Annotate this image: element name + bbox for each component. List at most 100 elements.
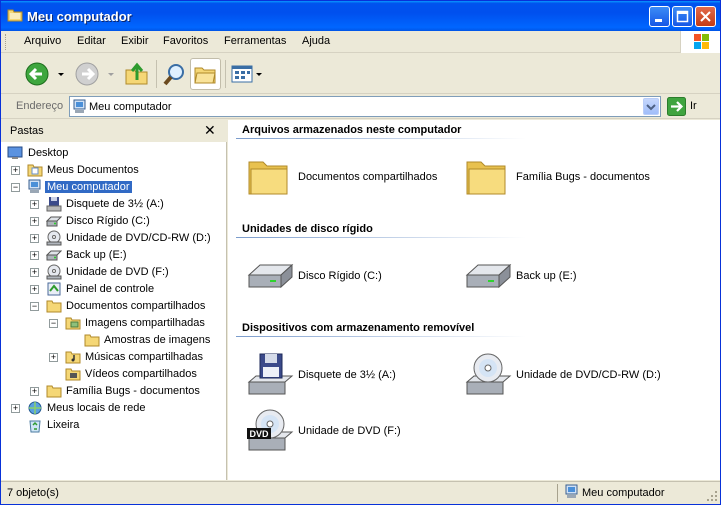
chevron-down-icon — [646, 104, 656, 111]
close-icon — [700, 11, 711, 22]
minimize-icon — [655, 19, 662, 22]
item-documentos-compartilhados[interactable]: Documentos compartilhados — [246, 154, 456, 204]
dvd-drive-icon: DVD — [247, 409, 294, 451]
expand-icon[interactable]: + — [30, 268, 39, 277]
close-pane-icon[interactable]: ✕ — [204, 122, 216, 139]
menu-ferramentas[interactable]: Ferramentas — [224, 35, 286, 47]
tree-item-label: Lixeira — [47, 419, 80, 431]
dvd-drive-icon — [46, 264, 62, 280]
expand-icon[interactable]: + — [11, 404, 20, 413]
item-label: Disco Rígido (C:) — [298, 270, 382, 282]
status-location: Meu computador — [582, 487, 665, 499]
forward-button[interactable] — [73, 58, 119, 90]
minimize-button[interactable] — [649, 6, 670, 27]
address-bar: Endereço Meu computador Ir — [1, 95, 720, 119]
hard-drive-icon — [465, 263, 512, 289]
expand-icon[interactable]: + — [49, 353, 58, 362]
folder-icon — [46, 385, 62, 398]
item-dvd-cdrw-d[interactable]: Unidade de DVD/CD-RW (D:) — [464, 352, 674, 402]
expand-icon[interactable]: + — [30, 251, 39, 260]
dvd-badge: DVD — [249, 429, 269, 439]
folders-button[interactable] — [190, 58, 221, 90]
expand-icon[interactable]: + — [11, 166, 20, 175]
views-button[interactable] — [229, 58, 265, 90]
maximize-button[interactable] — [672, 6, 693, 27]
item-label: Unidade de DVD/CD-RW (D:) — [516, 369, 661, 381]
item-backup-e[interactable]: Back up (E:) — [464, 253, 674, 303]
group-divider — [236, 237, 526, 238]
item-familia-bugs[interactable]: Família Bugs - documentos — [464, 154, 674, 204]
expand-icon[interactable]: + — [30, 387, 39, 396]
expand-icon[interactable]: + — [30, 200, 39, 209]
floppy-icon — [247, 353, 294, 395]
tree-item-label: Painel de controle — [66, 283, 155, 295]
group-title-arquivos: Arquivos armazenados neste computador — [242, 124, 462, 136]
cd-drive-icon — [46, 230, 62, 246]
menu-bar: Arquivo Editar Exibir Favoritos Ferramen… — [1, 31, 720, 53]
search-icon — [163, 64, 184, 86]
folders-pane-title: Pastas — [10, 125, 44, 137]
address-dropdown-button[interactable] — [643, 98, 659, 115]
address-value: Meu computador — [89, 101, 172, 113]
up-folder-button[interactable] — [123, 58, 151, 90]
windows-logo — [680, 31, 720, 53]
item-dvd-f[interactable]: DVD Unidade de DVD (F:) — [246, 408, 456, 458]
item-label: Disquete de 3½ (A:) — [298, 369, 396, 381]
collapse-icon[interactable]: − — [30, 302, 39, 311]
tree-item-label: Disquete de 3½ (A:) — [66, 198, 164, 210]
window-title: Meu computador — [27, 9, 132, 24]
network-icon — [28, 401, 42, 415]
music-folder-icon — [65, 351, 81, 364]
hard-drive-icon — [46, 250, 62, 261]
menu-favoritos[interactable]: Favoritos — [163, 35, 208, 47]
collapse-icon[interactable]: − — [49, 319, 58, 328]
tree-item-label: Desktop — [28, 147, 69, 159]
item-label: Documentos compartilhados — [298, 171, 438, 183]
item-disco-c[interactable]: Disco Rígido (C:) — [246, 253, 456, 303]
expand-icon[interactable]: + — [30, 234, 39, 243]
back-button[interactable] — [23, 58, 69, 90]
group-divider — [236, 138, 526, 139]
search-button[interactable] — [161, 58, 189, 90]
address-label: Endereço — [16, 100, 64, 112]
hard-drive-icon — [46, 216, 62, 227]
address-input[interactable]: Meu computador — [69, 96, 661, 117]
menu-grip[interactable] — [5, 34, 8, 50]
close-button[interactable] — [695, 6, 716, 27]
back-arrow-icon — [25, 62, 64, 86]
expand-icon[interactable]: + — [30, 285, 39, 294]
resize-grip-icon[interactable] — [706, 490, 718, 502]
tree-item-label: Imagens compartilhadas — [85, 317, 205, 329]
group-title-removivel: Dispositivos com armazenamento removível — [242, 322, 475, 334]
status-separator — [557, 484, 558, 502]
folders-icon — [194, 67, 216, 84]
folders-pane: Pastas ✕ Desktop + Meus Documentos − Meu… — [1, 120, 227, 480]
go-button[interactable]: Ir — [690, 100, 697, 112]
tree-item-label: Documentos compartilhados — [66, 300, 206, 312]
item-disquete[interactable]: Disquete de 3½ (A:) — [246, 352, 456, 402]
windows-flag-icon — [694, 34, 709, 49]
status-bar: 7 objeto(s) Meu computador — [1, 481, 720, 504]
status-object-count: 7 objeto(s) — [7, 487, 59, 499]
item-label: Back up (E:) — [516, 270, 577, 282]
hard-drive-icon — [247, 263, 294, 289]
computer-icon — [73, 99, 86, 113]
menu-arquivo[interactable]: Arquivo — [24, 35, 61, 47]
menu-exibir[interactable]: Exibir — [121, 35, 149, 47]
tree-item-label: Unidade de DVD/CD-RW (D:) — [66, 232, 211, 244]
collapse-icon[interactable]: − — [11, 183, 20, 192]
folder-icon — [46, 300, 62, 313]
expand-icon[interactable]: + — [30, 217, 39, 226]
menu-ajuda[interactable]: Ajuda — [302, 35, 330, 47]
group-divider — [236, 336, 526, 337]
tree-item-label: Músicas compartilhadas — [85, 351, 203, 363]
video-folder-icon — [65, 368, 81, 381]
menu-editar[interactable]: Editar — [77, 35, 106, 47]
folder-icon — [466, 161, 506, 195]
tree-item-label: Back up (E:) — [66, 249, 127, 261]
title-bar[interactable]: Meu computador — [1, 1, 720, 31]
floppy-icon — [46, 197, 62, 212]
desktop-icon — [7, 146, 23, 159]
group-title-discos: Unidades de disco rígido — [242, 223, 373, 235]
go-arrow-icon[interactable] — [667, 97, 686, 116]
